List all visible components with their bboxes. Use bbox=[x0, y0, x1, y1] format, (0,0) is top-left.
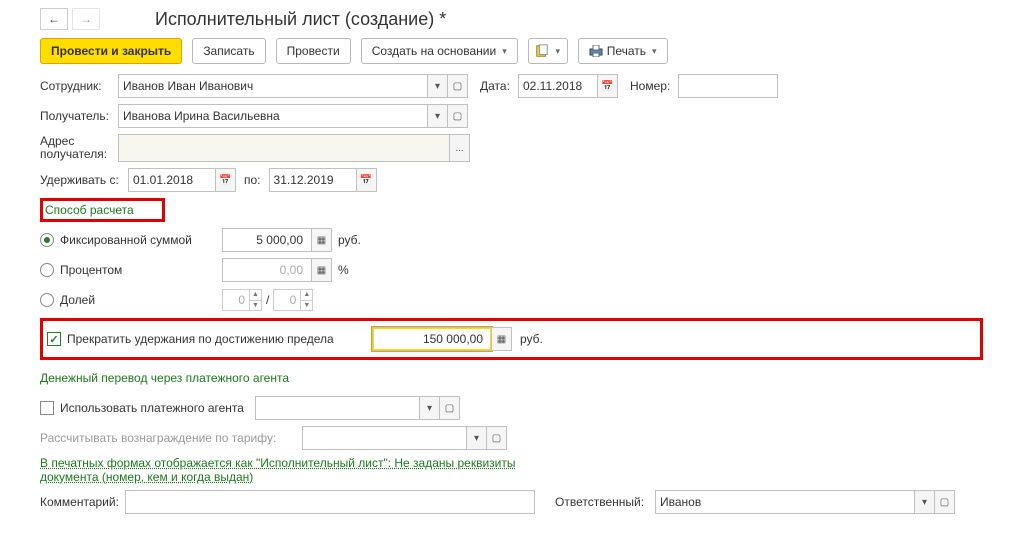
open-button[interactable]: ▢ bbox=[448, 104, 468, 128]
fraction-label: Долей bbox=[60, 293, 210, 307]
use-agent-label: Использовать платежного агента bbox=[60, 401, 255, 415]
nav-back-button[interactable]: ← bbox=[40, 8, 68, 30]
open-button[interactable]: ▢ bbox=[487, 426, 507, 450]
attach-button[interactable]: ▾ bbox=[528, 38, 568, 64]
post-and-close-button[interactable]: Провести и закрыть bbox=[40, 38, 182, 64]
fixed-sum-radio[interactable] bbox=[40, 233, 54, 247]
print-button[interactable]: Печать▾ bbox=[578, 38, 668, 64]
dropdown-button[interactable]: ▾ bbox=[915, 490, 935, 514]
fraction-slash: / bbox=[266, 293, 269, 307]
calc-method-heading: Способ расчета bbox=[45, 203, 134, 217]
agent-input[interactable] bbox=[255, 396, 420, 420]
print-note-link[interactable]: В печатных формах отображается как "Испо… bbox=[40, 456, 520, 484]
stop-limit-checkbox[interactable] bbox=[47, 332, 61, 346]
calendar-button[interactable]: 📅 bbox=[598, 74, 618, 98]
printer-icon bbox=[589, 45, 603, 57]
stop-limit-label: Прекратить удержания по достижению преде… bbox=[67, 332, 372, 346]
recipient-input[interactable]: Иванова Ирина Васильевна bbox=[118, 104, 428, 128]
number-input[interactable] bbox=[678, 74, 778, 98]
withhold-to-input[interactable]: 31.12.2019 bbox=[269, 168, 357, 192]
withhold-from-label: Удерживать с: bbox=[40, 173, 128, 187]
calendar-button[interactable]: 📅 bbox=[357, 168, 377, 192]
percent-label: Процентом bbox=[60, 263, 210, 277]
rub-unit: руб. bbox=[338, 233, 361, 247]
chevron-down-icon: ▾ bbox=[502, 46, 507, 57]
calculator-button[interactable]: ▦ bbox=[312, 258, 332, 282]
arrow-right-icon: → bbox=[80, 12, 92, 26]
dropdown-button[interactable]: ▾ bbox=[428, 74, 448, 98]
rub-unit: руб. bbox=[520, 332, 543, 346]
calculator-button[interactable]: ▦ bbox=[312, 228, 332, 252]
open-button[interactable]: ▢ bbox=[440, 396, 460, 420]
responsible-label: Ответственный: bbox=[555, 495, 655, 509]
fraction-den-input[interactable]: 0▲▼ bbox=[273, 289, 313, 311]
responsible-input[interactable]: Иванов bbox=[655, 490, 915, 514]
date-input[interactable]: 02.11.2018 bbox=[518, 74, 598, 98]
transfer-agent-heading: Денежный перевод через платежного агента bbox=[40, 371, 289, 385]
calculator-button[interactable]: ▦ bbox=[492, 327, 512, 351]
save-button[interactable]: Записать bbox=[192, 38, 265, 64]
withhold-from-input[interactable]: 01.01.2018 bbox=[128, 168, 216, 192]
withhold-to-label: по: bbox=[244, 173, 261, 187]
fraction-radio[interactable] bbox=[40, 293, 54, 307]
arrow-left-icon: ← bbox=[48, 12, 60, 26]
recipient-addr-input[interactable] bbox=[118, 134, 450, 162]
employee-input[interactable]: Иванов Иван Иванович bbox=[118, 74, 428, 98]
dropdown-button[interactable]: ▾ bbox=[428, 104, 448, 128]
comment-input[interactable] bbox=[125, 490, 535, 514]
paperclip-icon bbox=[535, 44, 549, 58]
comment-label: Комментарий: bbox=[40, 495, 125, 509]
nav-forward-button[interactable]: → bbox=[72, 8, 100, 30]
percent-unit: % bbox=[338, 263, 349, 277]
number-label: Номер: bbox=[630, 79, 678, 93]
calendar-button[interactable]: 📅 bbox=[216, 168, 236, 192]
post-button[interactable]: Провести bbox=[276, 38, 351, 64]
percent-radio[interactable] bbox=[40, 263, 54, 277]
fraction-num-input[interactable]: 0▲▼ bbox=[222, 289, 262, 311]
chevron-down-icon: ▾ bbox=[555, 46, 560, 57]
recipient-addr-label: Адрес получателя: bbox=[40, 135, 118, 161]
limit-input[interactable]: 150 000,00 bbox=[372, 327, 492, 351]
date-label: Дата: bbox=[480, 79, 518, 93]
dropdown-button[interactable]: ▾ bbox=[420, 396, 440, 420]
open-button[interactable]: ▢ bbox=[935, 490, 955, 514]
percent-input[interactable]: 0,00 bbox=[222, 258, 312, 282]
tariff-input[interactable] bbox=[302, 426, 467, 450]
reward-tariff-label: Рассчитывать вознаграждение по тарифу: bbox=[40, 431, 302, 445]
use-agent-checkbox[interactable] bbox=[40, 401, 54, 415]
open-button[interactable]: ▢ bbox=[448, 74, 468, 98]
employee-label: Сотрудник: bbox=[40, 79, 118, 93]
fixed-sum-input[interactable]: 5 000,00 bbox=[222, 228, 312, 252]
create-based-button[interactable]: Создать на основании▾ bbox=[361, 38, 518, 64]
recipient-label: Получатель: bbox=[40, 109, 118, 123]
page-title: Исполнительный лист (создание) * bbox=[155, 9, 446, 30]
dropdown-button[interactable]: ▾ bbox=[467, 426, 487, 450]
chevron-down-icon: ▾ bbox=[652, 46, 657, 57]
fixed-sum-label: Фиксированной суммой bbox=[60, 233, 210, 247]
ellipsis-button[interactable]: ... bbox=[450, 134, 470, 162]
